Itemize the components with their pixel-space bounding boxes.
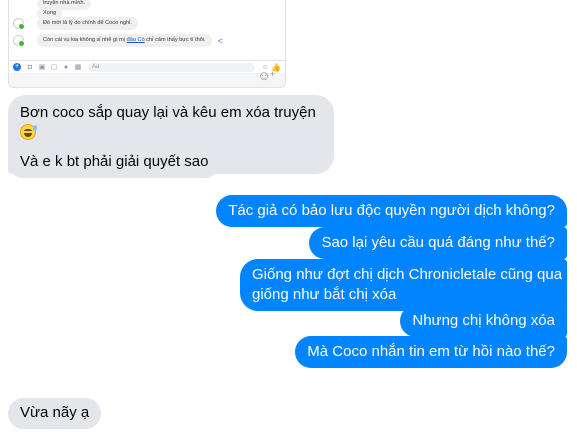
- add-reaction-plus-icon[interactable]: +: [270, 69, 275, 79]
- embedded-message-text: Còn cái vụ kia không sỉ nhẽ gì mị đâu Có…: [37, 34, 212, 47]
- embedded-chat-thread: truyện nhà mình. Xong Đó mới là lý do ch…: [9, 0, 285, 60]
- embedded-message-text-part: Còn cái vụ kia không sỉ nhẽ gì mị: [43, 37, 127, 43]
- embedded-message-text-part: chỉ cảm thấy bực tí thôi.: [144, 37, 206, 43]
- plus-icon: +: [13, 63, 21, 71]
- outgoing-message[interactable]: Tác giả có bảo lưu độc quyền người dịch …: [216, 195, 567, 227]
- online-status-dot: [18, 23, 25, 30]
- embedded-message-text: Đó mới là lý do chính để Coco nghỉ.: [37, 17, 138, 30]
- online-status-dot: [18, 40, 25, 47]
- embedded-composer: + ◘ ▣ ▢ ● ▦ Aa ☺ 👍: [9, 60, 285, 73]
- embedded-composer-input: Aa: [88, 62, 256, 72]
- gif-icon: ▦: [74, 64, 82, 71]
- microphone-icon: ●: [63, 63, 69, 71]
- outgoing-message[interactable]: Mà Coco nhắn tin em từ hồi nào thế?: [295, 336, 567, 368]
- message-text-line: Bơn coco sắp quay lại và kêu em xóa truy…: [20, 104, 316, 121]
- incoming-message[interactable]: Vừa nãy ạ: [8, 398, 102, 429]
- message-text: Mà Coco nhắn tin em từ hồi nào thế?: [307, 343, 555, 360]
- grinning-sweat-emoji: [20, 124, 37, 140]
- avatar: [13, 35, 25, 47]
- message-text-line: giống như bắt chị xóa: [252, 286, 397, 303]
- avatar: [13, 18, 25, 30]
- message-text: Vừa nãy ạ: [20, 404, 90, 421]
- camera-icon: ◘: [27, 63, 33, 71]
- share-icon: <: [217, 35, 223, 46]
- message-text: Sao lại yêu cầu quá đáng như thế?: [321, 234, 555, 251]
- embedded-message: Đó mới là lý do chính để Coco nghỉ.: [13, 17, 138, 30]
- embedded-message-link: đâu Có: [126, 37, 145, 43]
- incoming-message[interactable]: Và e k bt phải giải quyết sao: [8, 147, 221, 178]
- image-icon: ▣: [38, 64, 46, 71]
- outgoing-message[interactable]: Nhưng chị không xóa: [400, 305, 567, 337]
- embedded-message: Còn cái vụ kia không sỉ nhẽ gì mị đâu Có…: [13, 34, 223, 47]
- message-text: Tác giả có bảo lưu độc quyền người dịch …: [228, 202, 555, 219]
- sticker-icon: ▢: [50, 64, 58, 71]
- outgoing-message[interactable]: Sao lại yêu cầu quá đáng như thế?: [309, 227, 567, 259]
- message-text: Nhưng chị không xóa: [412, 312, 555, 329]
- message-text: Bơn coco sắp quay lại và kêu em xóa truy…: [20, 103, 322, 143]
- outgoing-message[interactable]: Giống như đợt chị dịch Chronicletale cũn…: [240, 259, 567, 311]
- message-text: Và e k bt phải giải quyết sao: [20, 153, 209, 170]
- embedded-chat-screenshot: truyện nhà mình. Xong Đó mới là lý do ch…: [8, 0, 286, 88]
- message-text-line: Giống như đợt chị dịch Chronicletale cũn…: [252, 266, 563, 283]
